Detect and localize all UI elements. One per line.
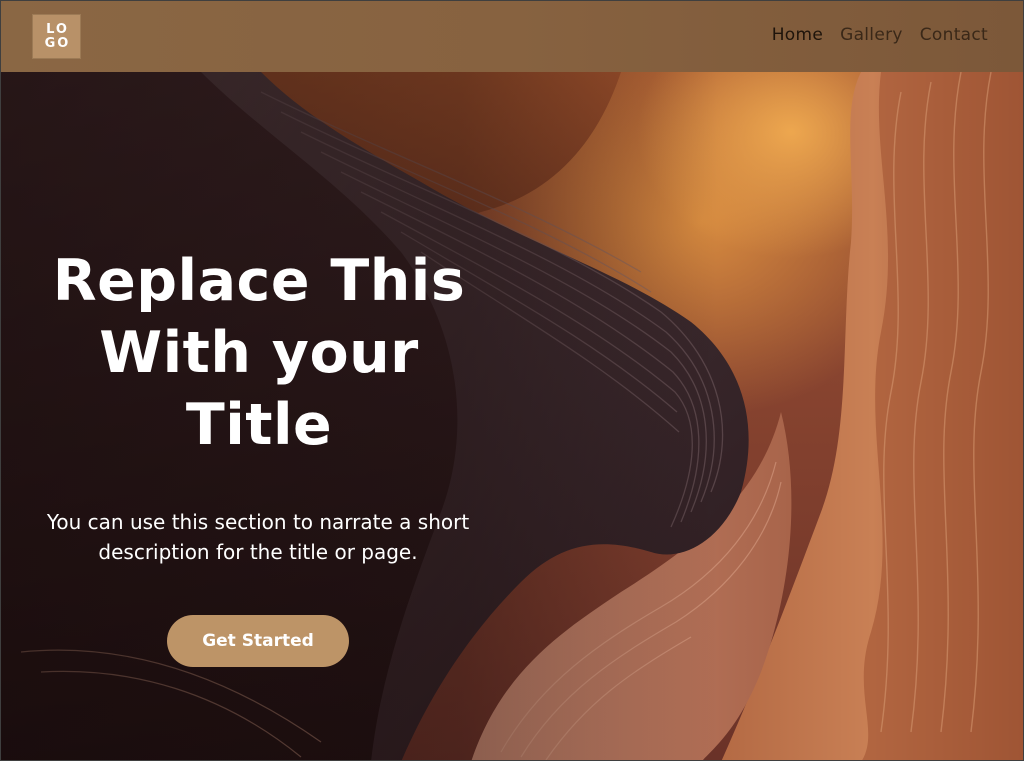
main-nav: Home Gallery Contact: [772, 25, 988, 45]
logo[interactable]: LO GO: [32, 14, 81, 59]
landing-page: LO GO Home Gallery Contact Replace This …: [0, 0, 1024, 761]
site-header: LO GO Home Gallery Contact: [1, 1, 1023, 72]
logo-text-line1: LO: [46, 21, 69, 37]
get-started-button[interactable]: Get Started: [167, 615, 349, 667]
nav-item-home[interactable]: Home: [772, 25, 823, 45]
nav-item-gallery[interactable]: Gallery: [840, 25, 903, 45]
hero-title: Replace This With your Title: [52, 248, 466, 458]
logo-text-line2: GO: [44, 35, 71, 51]
nav-item-contact[interactable]: Contact: [920, 25, 988, 45]
hero-description: You can use this section to narrate a sh…: [46, 510, 470, 564]
